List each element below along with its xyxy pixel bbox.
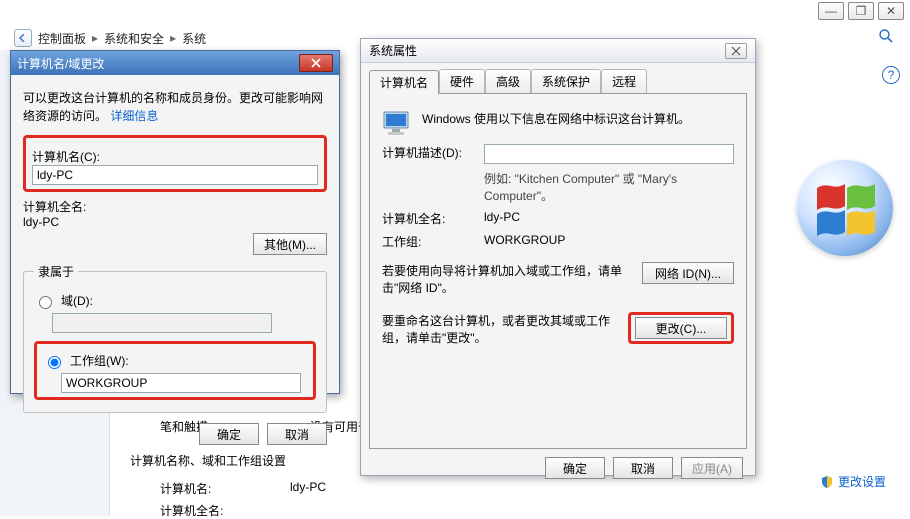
dialog-title: 系统属性	[369, 42, 417, 59]
apply-button[interactable]: 应用(A)	[681, 457, 743, 479]
computer-name-input[interactable]	[32, 165, 318, 185]
shield-icon	[820, 475, 834, 489]
dialog-title: 计算机名/域更改	[17, 55, 104, 72]
ok-button[interactable]: 确定	[545, 457, 605, 479]
member-of-fieldset: 隶属于 域(D): 工作组(W):	[23, 263, 327, 413]
breadcrumb-item[interactable]: 系统和安全	[104, 30, 164, 47]
system-properties-dialog: 系统属性 计算机名 硬件 高级 系统保护 远程 Windows 使用以下信息在网…	[360, 38, 756, 476]
help-icon[interactable]: ?	[882, 66, 900, 84]
close-button[interactable]	[299, 54, 333, 72]
details-link[interactable]: 详细信息	[110, 109, 158, 123]
computer-name-field-label: 计算机名(C):	[32, 148, 318, 165]
intro-text: Windows 使用以下信息在网络中标识这台计算机。	[422, 110, 734, 127]
window-min-button[interactable]: —	[818, 2, 844, 20]
other-button[interactable]: 其他(M)...	[253, 233, 327, 255]
chevron-left-icon	[19, 34, 27, 42]
tab-system-protection[interactable]: 系统保护	[531, 69, 601, 93]
change-settings-label: 更改设置	[838, 473, 886, 490]
change-button[interactable]: 更改(C)...	[635, 317, 727, 339]
change-text: 要重命名这台计算机，或者更改其域或工作组，请单击"更改"。	[382, 312, 618, 346]
highlight-workgroup: 工作组(W):	[34, 341, 316, 400]
workgroup-input[interactable]	[61, 373, 301, 393]
dialog-description: 可以更改这台计算机的名称和成员身份。更改可能影响网络资源的访问。	[23, 91, 323, 123]
breadcrumb-item[interactable]: 系统	[182, 30, 206, 47]
computer-fullname-label: 计算机全名:	[160, 502, 290, 519]
description-hint: 例如: "Kitchen Computer" 或 "Mary's Compute…	[484, 170, 734, 204]
workgroup-label: 工作组:	[382, 233, 474, 250]
close-icon	[311, 58, 321, 68]
window-max-button[interactable]: ❐	[848, 2, 874, 20]
tab-computer-name[interactable]: 计算机名	[369, 70, 439, 94]
highlight-computer-name: 计算机名(C):	[23, 135, 327, 192]
rename-domain-dialog: 计算机名/域更改 可以更改这台计算机的名称和成员身份。更改可能影响网络资源的访问…	[10, 50, 340, 394]
computer-name-value: ldy-PC	[290, 480, 326, 497]
tab-hardware[interactable]: 硬件	[439, 69, 485, 93]
computer-name-label: 计算机名:	[160, 480, 290, 497]
search-icon[interactable]	[878, 28, 896, 46]
domain-radio-label: 域(D):	[61, 292, 93, 309]
fieldset-legend: 隶属于	[34, 263, 78, 280]
workgroup-value: WORKGROUP	[484, 233, 734, 247]
tab-bar: 计算机名 硬件 高级 系统保护 远程	[369, 69, 747, 93]
network-id-button[interactable]: 网络 ID(N)...	[642, 262, 734, 284]
ok-button[interactable]: 确定	[199, 423, 259, 445]
description-label: 计算机描述(D):	[382, 144, 474, 161]
workgroup-radio[interactable]	[48, 356, 61, 369]
windows-logo-icon	[797, 160, 893, 256]
dialog-close-button[interactable]	[725, 43, 747, 59]
domain-input	[52, 313, 272, 333]
fullname-label: 计算机全名:	[382, 210, 474, 227]
workgroup-radio-label: 工作组(W):	[70, 352, 129, 369]
change-settings-link[interactable]: 更改设置	[820, 473, 886, 490]
tab-advanced[interactable]: 高级	[485, 69, 531, 93]
fullname-value: ldy-PC	[484, 210, 734, 224]
tab-remote[interactable]: 远程	[601, 69, 647, 93]
close-icon	[731, 46, 741, 56]
fullname-label: 计算机全名:	[23, 200, 86, 214]
cancel-button[interactable]: 取消	[267, 423, 327, 445]
monitor-icon	[382, 110, 412, 138]
description-input[interactable]	[484, 144, 734, 164]
nav-back-button[interactable]	[14, 29, 32, 47]
window-close-button[interactable]: ✕	[878, 2, 904, 20]
breadcrumb-item[interactable]: 控制面板	[38, 30, 86, 47]
fullname-value: ldy-PC	[23, 215, 59, 229]
network-id-text: 若要使用向导将计算机加入域或工作组，请单击"网络 ID"。	[382, 262, 632, 296]
cancel-button[interactable]: 取消	[613, 457, 673, 479]
domain-radio[interactable]	[39, 296, 52, 309]
highlight-change-button: 更改(C)...	[628, 312, 734, 344]
